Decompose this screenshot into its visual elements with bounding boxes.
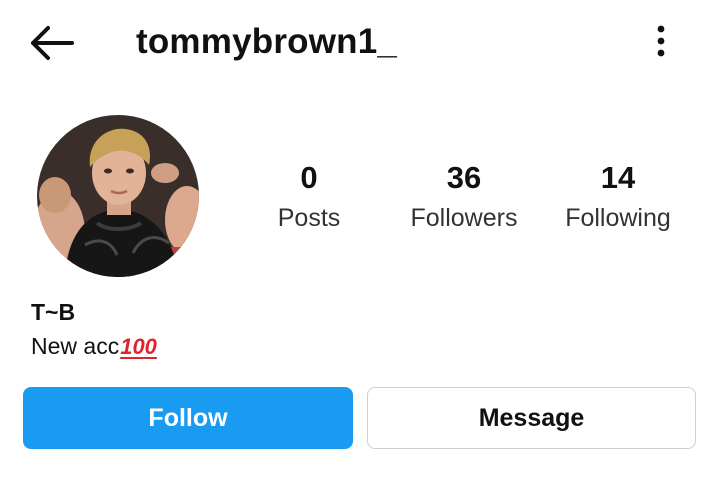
hundred-points-emoji-icon: 100 xyxy=(120,334,157,359)
arrow-left-icon xyxy=(31,26,74,60)
profile-username: tommybrown1_ xyxy=(136,22,398,61)
bio-text: New acc100 xyxy=(31,333,157,360)
back-button[interactable] xyxy=(26,24,78,62)
followers-value: 36 xyxy=(446,160,482,195)
profile-avatar[interactable] xyxy=(37,115,199,277)
more-vertical-icon xyxy=(657,25,665,57)
following-value: 14 xyxy=(600,160,636,195)
message-button[interactable]: Message xyxy=(367,387,696,449)
profile-photo xyxy=(37,115,199,277)
followers-count[interactable]: 36 Followers xyxy=(384,158,544,238)
bio-text-content: New acc xyxy=(31,333,120,359)
follow-button[interactable]: Follow xyxy=(23,387,353,449)
followers-label: Followers xyxy=(410,204,518,232)
posts-count: 0 Posts xyxy=(229,158,389,238)
posts-value: 0 xyxy=(300,160,318,195)
bio-name: T~B xyxy=(31,299,76,325)
posts-label: Posts xyxy=(277,204,341,232)
more-options-button[interactable] xyxy=(646,20,676,62)
top-bar: tommybrown1_ xyxy=(0,0,720,84)
following-label: Following xyxy=(565,204,671,232)
following-count[interactable]: 14 Following xyxy=(538,158,698,238)
